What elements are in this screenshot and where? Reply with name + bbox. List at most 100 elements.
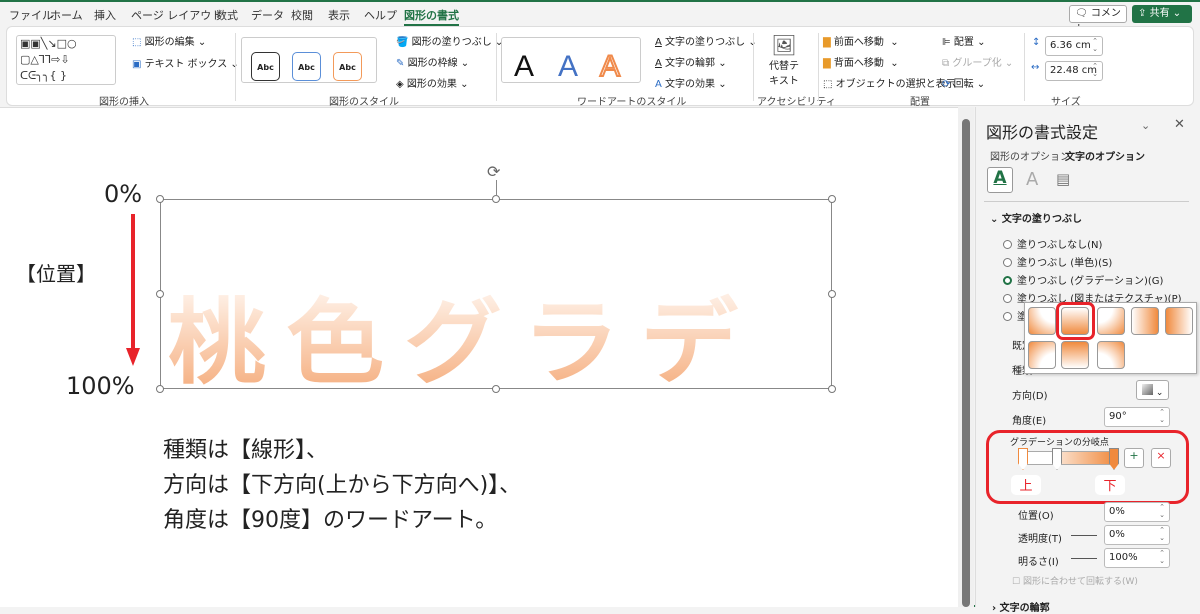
share-button[interactable]: ⇪ 共有 ⌄ — [1132, 5, 1192, 23]
edit-shape-button[interactable]: ⬚ 図形の編集 ⌄ — [132, 33, 206, 48]
shape-styles-gallery[interactable]: Abc Abc Abc — [241, 37, 377, 83]
gradient-preset[interactable] — [1097, 307, 1125, 335]
text-fill-outline-icon[interactable]: A — [987, 167, 1013, 193]
divider — [1024, 33, 1025, 101]
caption-line: 角度は【90度】のワードアート。 — [163, 508, 498, 533]
angle-input[interactable]: 90° — [1104, 407, 1170, 427]
text-box-button[interactable]: ▣ テキスト ボックス ⌄ — [132, 55, 239, 70]
height-input[interactable]: 6.36 cm — [1045, 36, 1103, 56]
scrollbar-thumb[interactable] — [962, 119, 970, 607]
height-icon: ↕ — [1032, 37, 1041, 48]
direction-dropdown[interactable]: ⌄ — [1136, 380, 1169, 400]
vertical-scrollbar[interactable] — [958, 107, 974, 607]
tab-formulas[interactable]: 数式 — [216, 7, 238, 23]
text-outline-button[interactable]: A 文字の輪郭 ⌄ — [655, 54, 727, 69]
text-effects-icon[interactable]: A — [1026, 169, 1038, 190]
text-fill-button[interactable]: A 文字の塗りつぶし ⌄ — [655, 33, 757, 48]
group-label-arrange: 配置 — [910, 97, 930, 108]
brightness-input[interactable]: 100% — [1104, 548, 1170, 568]
resize-handle[interactable] — [492, 195, 500, 203]
tab-help[interactable]: ヘルプ — [364, 7, 397, 23]
gradient-preset[interactable] — [1131, 307, 1159, 335]
resize-handle[interactable] — [156, 195, 164, 203]
angle-label: 角度(E) — [1012, 416, 1047, 427]
tab-home[interactable]: ホーム — [50, 7, 83, 23]
alt-text-button[interactable]: 🖼 代替テ キスト — [764, 33, 804, 87]
effects-icon: ◈ — [396, 79, 404, 90]
radio-no-fill[interactable]: 塗りつぶしなし(N) — [1003, 236, 1102, 251]
direction-label: 方向(D) — [1012, 391, 1048, 402]
bring-forward-button[interactable]: ▇ 前面へ移動 ⌄ — [823, 33, 899, 48]
resize-handle[interactable] — [156, 385, 164, 393]
resize-handle[interactable] — [492, 385, 500, 393]
rotate-button[interactable]: ⟳ 回転 ⌄ — [942, 75, 985, 90]
tab-review[interactable]: 校閲 — [291, 7, 313, 23]
bring-forward-icon: ▇ — [823, 37, 831, 48]
gradient-stops-label: グラデーションの分岐点 — [1010, 438, 1109, 448]
alt-text-label-1: 代替テ — [769, 61, 799, 72]
gradient-preset[interactable] — [1028, 307, 1056, 335]
wordart-preset-orange[interactable]: A — [599, 49, 621, 84]
gradient-preset[interactable] — [1061, 341, 1089, 369]
width-input[interactable]: 22.48 cm — [1045, 61, 1103, 81]
tab-insert[interactable]: 挿入 — [94, 7, 116, 23]
resize-handle[interactable] — [828, 290, 836, 298]
style-preset-orange[interactable]: Abc — [333, 52, 362, 81]
tab-view[interactable]: 表示 — [328, 7, 350, 23]
tab-shape-options[interactable]: 図形のオプション — [990, 148, 1070, 163]
shape-fill-button[interactable]: 🪣 図形の塗りつぶし ⌄ — [396, 33, 503, 48]
close-icon[interactable]: ✕ — [1174, 117, 1185, 132]
pane-options-chevron-icon[interactable]: ⌄ — [1141, 119, 1150, 132]
selection-pane-icon: ⬚ — [823, 79, 833, 90]
style-preset-blue[interactable]: Abc — [292, 52, 321, 81]
radio-solid-fill[interactable]: 塗りつぶし (単色)(S) — [1003, 254, 1112, 269]
resize-handle[interactable] — [156, 290, 164, 298]
brightness-slider[interactable] — [1071, 558, 1097, 559]
tab-page-layout[interactable]: ページ レイアウト — [131, 7, 222, 23]
divider — [753, 33, 754, 101]
radio-gradient-fill[interactable]: 塗りつぶし (グラデーション)(G) — [1003, 272, 1163, 287]
wordart-gallery[interactable]: A A A — [501, 37, 641, 84]
pencil-icon: ✎ — [396, 58, 405, 69]
shape-outline-button[interactable]: ✎ 図形の枠線 ⌄ — [396, 54, 469, 69]
chevron-down-icon: ⌄ — [990, 214, 999, 225]
wordart-text[interactable]: 桃色グラデ — [168, 268, 758, 403]
tab-data[interactable]: データ — [251, 7, 284, 23]
selection-pane-button[interactable]: ⬚ オブジェクトの選択と表示 — [823, 75, 956, 90]
resize-handle[interactable] — [828, 385, 836, 393]
group-label-size: サイズ — [1051, 97, 1081, 108]
shape-effects-button[interactable]: ◈ 図形の効果 ⌄ — [396, 75, 468, 90]
text-effects-button[interactable]: A 文字の効果 ⌄ — [655, 75, 727, 90]
add-gradient-stop-icon[interactable]: + — [1124, 448, 1144, 468]
remove-gradient-stop-icon[interactable]: × — [1151, 448, 1171, 468]
comment-button[interactable]: 🗨 コメント — [1069, 5, 1127, 35]
tab-file[interactable]: ファイル — [9, 7, 53, 23]
share-label: 共有 — [1149, 8, 1170, 19]
label-100-percent: 100% — [66, 372, 135, 400]
gradient-preset[interactable] — [1028, 341, 1056, 369]
gradient-preset[interactable] — [1165, 307, 1193, 335]
group-label-accessibility: アクセシビリティ — [757, 97, 836, 108]
wordart-preset-black[interactable]: A — [514, 50, 534, 84]
resize-handle[interactable] — [828, 195, 836, 203]
send-backward-button[interactable]: ▇ 背面へ移動 ⌄ — [823, 54, 899, 69]
shapes-gallery[interactable]: ▣▣╲↘□○ ▢△⅂⅂⇨⇩ ᑕᕮ╮╮{ } — [16, 35, 116, 85]
wordart-preset-blue[interactable]: A — [558, 50, 578, 84]
transparency-input[interactable]: 0% — [1104, 525, 1170, 545]
style-preset-dark[interactable]: Abc — [251, 52, 280, 81]
text-effects-icon: A — [655, 79, 662, 90]
section-text-fill[interactable]: ⌄ 文字の塗りつぶし — [990, 210, 1082, 225]
tab-text-options[interactable]: 文字のオプション — [1065, 148, 1145, 163]
rotate-handle-icon[interactable]: ⟳ — [487, 162, 500, 181]
textbox-icon[interactable]: ▤ — [1056, 170, 1070, 188]
tab-shape-format[interactable]: 図形の書式 — [404, 7, 459, 26]
ribbon-tabs: ファイル ホーム 挿入 ページ レイアウト 数式 データ 校閲 表示 ヘルプ 図… — [0, 2, 1200, 35]
text-box-icon: ▣ — [132, 59, 142, 70]
group-label-insert-shapes: 図形の挿入 — [99, 97, 149, 108]
position-input[interactable]: 0% — [1104, 502, 1170, 522]
gradient-preset[interactable] — [1097, 341, 1125, 369]
alt-text-icon: 🖼 — [771, 33, 797, 57]
align-button[interactable]: ⊫ 配置 ⌄ — [942, 33, 985, 48]
transparency-slider[interactable] — [1071, 535, 1097, 536]
gradient-stops-bar[interactable] — [1022, 451, 1116, 465]
